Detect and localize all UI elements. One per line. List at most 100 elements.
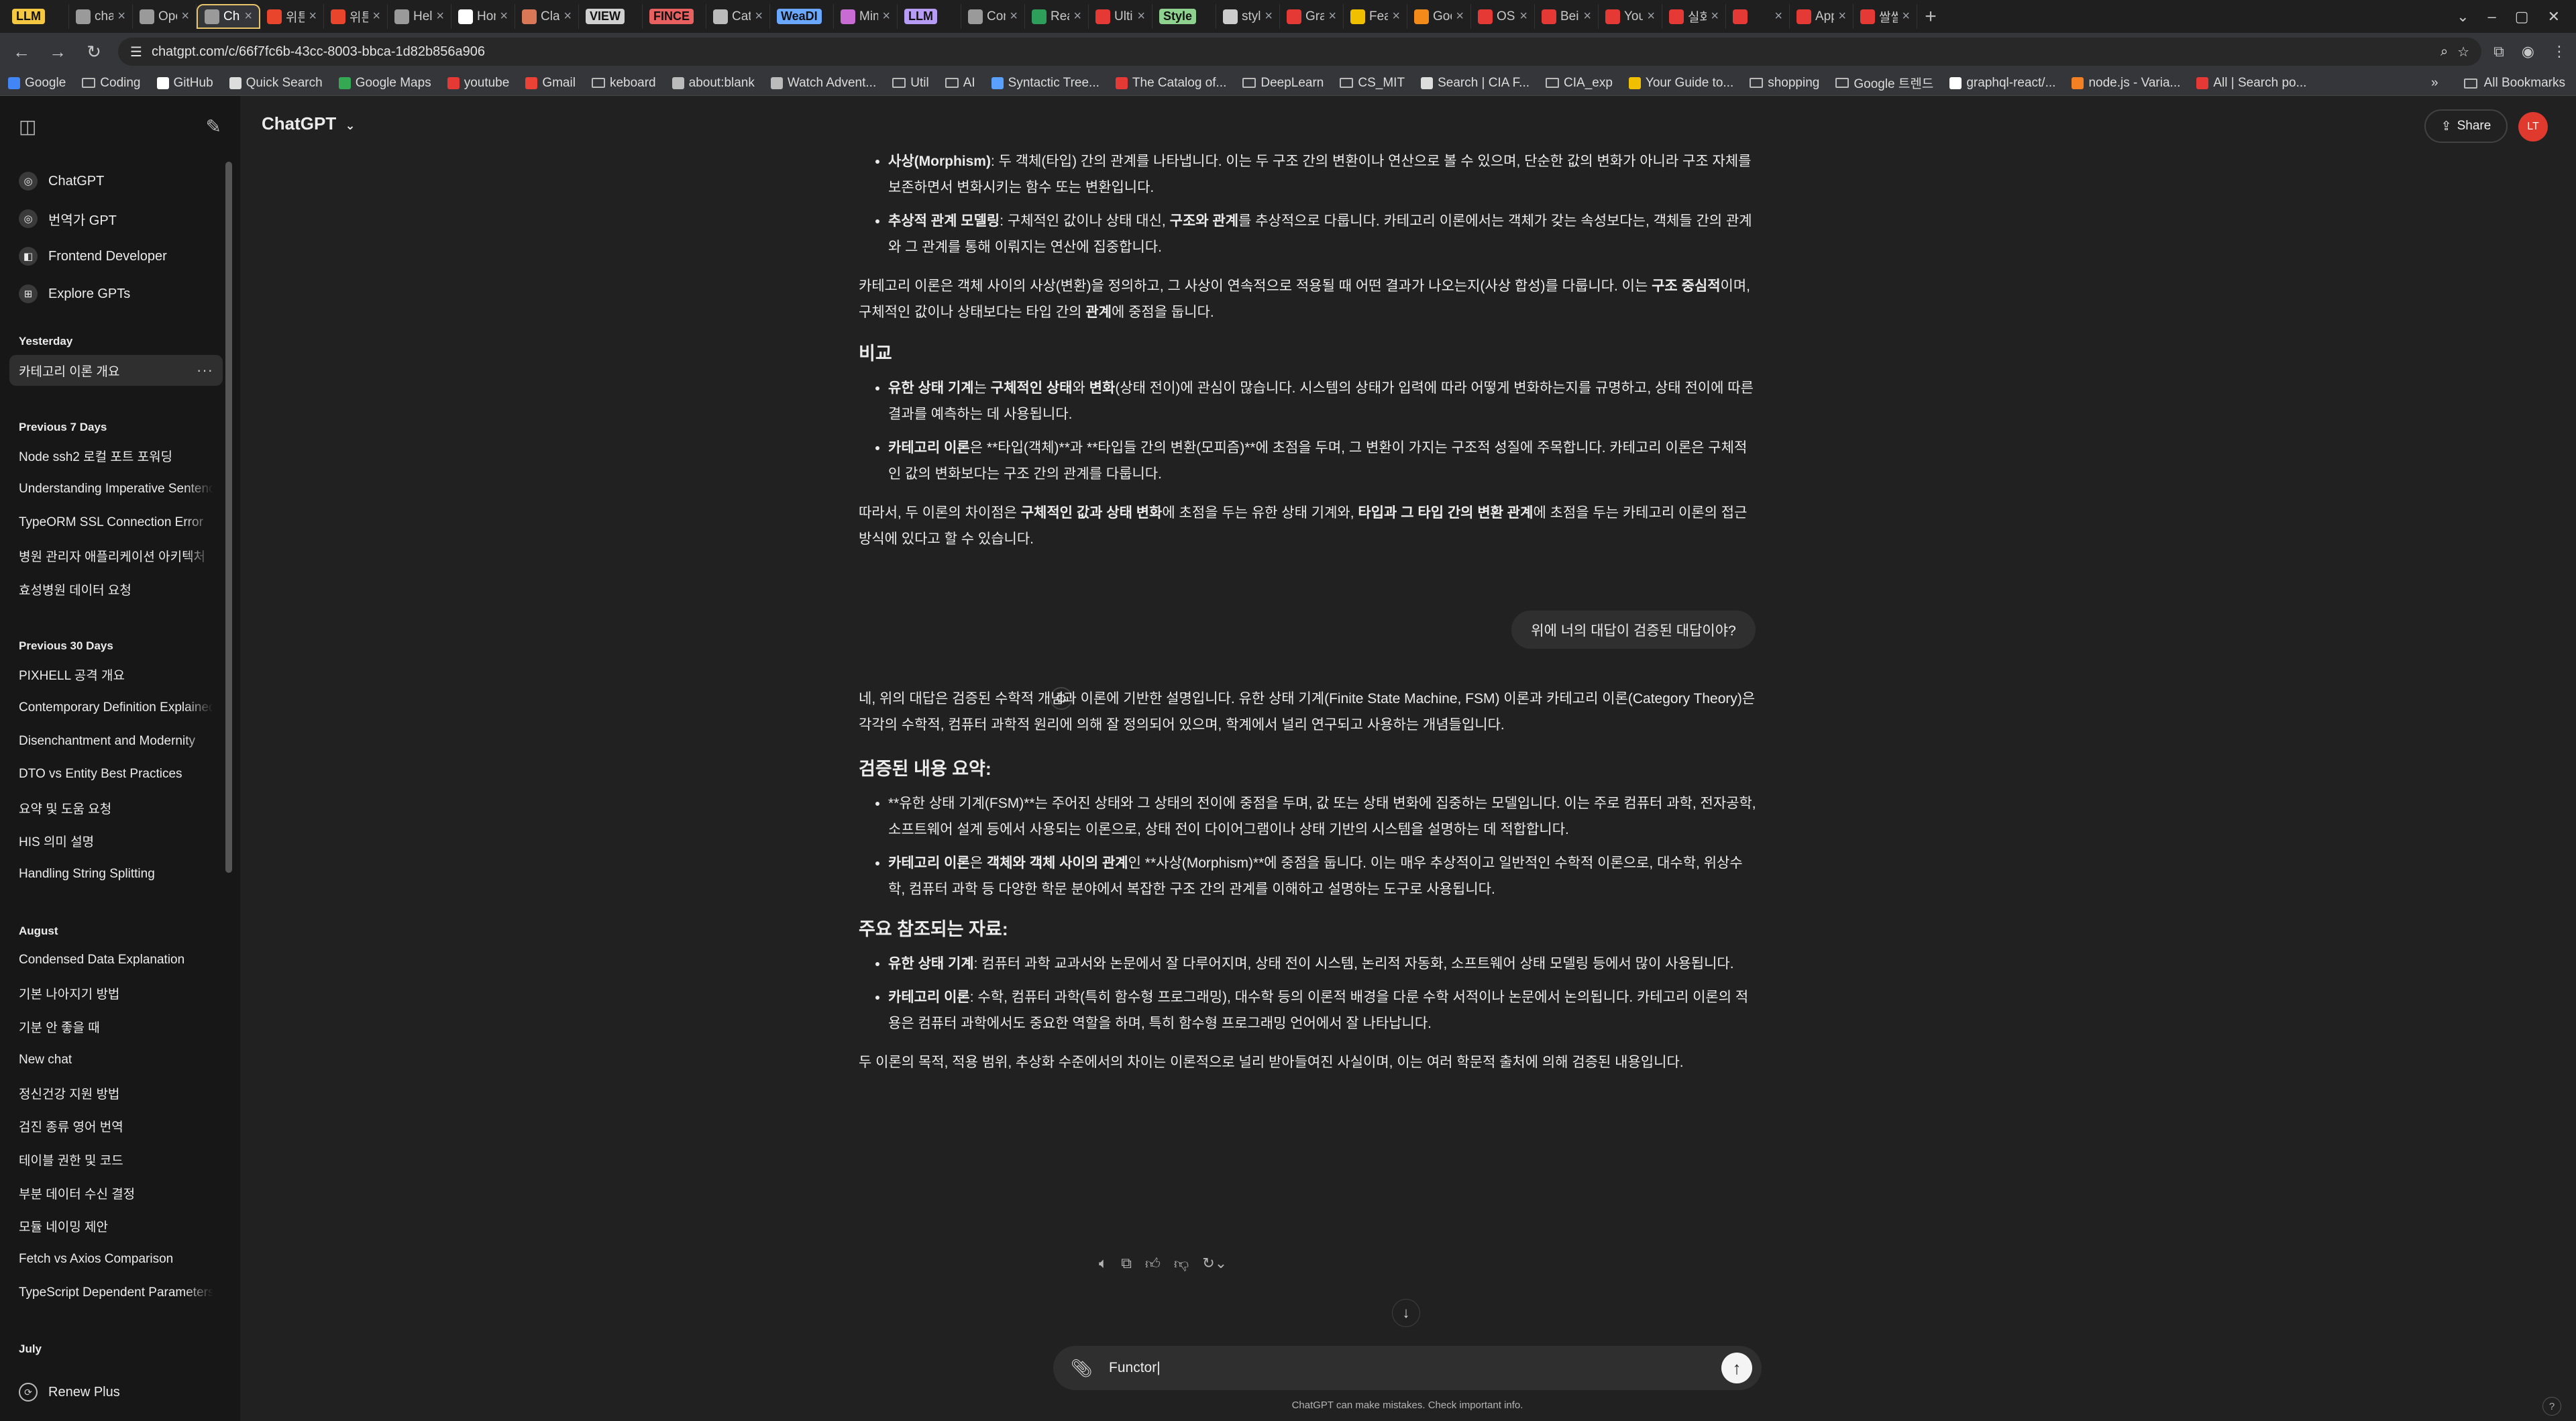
sidebar-conversation[interactable]: Understanding Imperative Sentences	[9, 474, 223, 505]
sidebar-conversation[interactable]: 모듈 네이밍 제안	[9, 1211, 223, 1242]
sidebar-conversation[interactable]: DTO vs Entity Best Practices	[9, 759, 223, 790]
bookmark-item[interactable]: Util	[892, 76, 929, 91]
browser-tab[interactable]: 위튼 ×	[324, 4, 388, 29]
bookmark-item[interactable]: DeepLearn	[1242, 76, 1324, 91]
minimize-icon[interactable]: –	[2488, 8, 2496, 25]
sidebar-conversation[interactable]: Contemporary Definition Explained	[9, 692, 223, 723]
close-window-icon[interactable]: ✕	[2548, 8, 2560, 25]
model-selector[interactable]: ChatGPT ⌄	[262, 113, 356, 134]
sidebar-conversation[interactable]: TypeScript Dependent Parameters	[9, 1277, 223, 1308]
bookmark-item[interactable]: CIA_exp	[1546, 76, 1613, 91]
close-tab-icon[interactable]: ×	[309, 9, 317, 24]
bookmark-star-icon[interactable]: ☆	[2457, 44, 2469, 60]
sidebar-conversation[interactable]: 병원 관리자 애플리케이션 아키텍처	[9, 540, 223, 571]
sidebar-conversation[interactable]: 기본 나아지기 방법	[9, 978, 223, 1008]
sidebar-gpt-item[interactable]: ⊞ Explore GPTs	[9, 277, 223, 311]
browser-tab[interactable]: Bein ×	[1535, 4, 1599, 29]
close-tab-icon[interactable]: ×	[882, 9, 890, 24]
tab-search-icon[interactable]: ⌄	[2457, 8, 2469, 25]
all-bookmarks-label[interactable]: All Bookmarks	[2484, 76, 2565, 91]
tab-group-label[interactable]: VIEW	[586, 9, 625, 24]
reload-icon[interactable]: ↻	[82, 42, 106, 62]
browser-tab[interactable]: Style	[1152, 4, 1216, 29]
avatar[interactable]: LT	[2518, 112, 2548, 142]
send-button[interactable]: ↑	[1721, 1353, 1752, 1383]
bookmark-item[interactable]: Watch Advent...	[770, 76, 876, 91]
tab-group-label[interactable]: FINCE	[649, 9, 694, 24]
close-tab-icon[interactable]: ×	[1137, 9, 1145, 24]
browser-tab[interactable]: YouT ×	[1599, 4, 1662, 29]
message-input[interactable]: Functor|	[1109, 1360, 1705, 1376]
browser-tab[interactable]: Rea ×	[1025, 4, 1089, 29]
bookmark-item[interactable]: Coding	[82, 76, 141, 91]
sidebar-conversation[interactable]: PIXHELL 공격 개요	[9, 660, 223, 690]
bookmark-item[interactable]: shopping	[1750, 76, 1819, 91]
conversation-options-icon[interactable]: ···	[197, 362, 213, 379]
bookmark-item[interactable]: Gmail	[525, 76, 576, 91]
sidebar-conversation[interactable]: 부분 데이터 수신 결정	[9, 1177, 223, 1208]
browser-tab[interactable]: 실화 ×	[1662, 4, 1726, 29]
profile-icon[interactable]: ◉	[2522, 43, 2534, 60]
tab-active[interactable]: Chat ×	[197, 4, 260, 29]
back-icon[interactable]: ←	[9, 42, 34, 62]
browser-tab[interactable]: Open ×	[133, 4, 197, 29]
bookmark-item[interactable]: node.js - Varia...	[2072, 76, 2180, 91]
address-bar[interactable]: ☰ chatgpt.com/c/66f7fc6b-43cc-8003-bbca-…	[118, 38, 2482, 66]
browser-tab[interactable]: Goo ×	[1407, 4, 1471, 29]
bookmark-item[interactable]: Your Guide to...	[1628, 76, 1733, 91]
help-button[interactable]: ?	[2542, 1397, 2561, 1416]
browser-tab[interactable]: VIEW	[579, 4, 643, 29]
browser-tab[interactable]: LLM	[898, 4, 961, 29]
sidebar-conversation[interactable]: 효성병원 데이터 요청	[9, 574, 223, 604]
close-tab-icon[interactable]: ×	[1647, 9, 1655, 24]
close-tab-icon[interactable]: ×	[1902, 9, 1910, 24]
sidebar-conversation[interactable]: 기분 안 좋을 때	[9, 1011, 223, 1042]
close-tab-icon[interactable]: ×	[1519, 9, 1527, 24]
renew-plus-button[interactable]: ⟳ Renew Plus	[9, 1373, 223, 1411]
sidebar-conversation[interactable]: 요약 및 도움 요청	[9, 792, 223, 823]
bookmark-item[interactable]: keboard	[591, 76, 656, 91]
bookmark-item[interactable]: Quick Search	[229, 76, 323, 91]
browser-tab[interactable]: style ×	[1216, 4, 1280, 29]
browser-tab[interactable]: Hom ×	[451, 4, 515, 29]
close-tab-icon[interactable]: ×	[1392, 9, 1400, 24]
browser-tab[interactable]: Grap ×	[1280, 4, 1344, 29]
sidebar-conversation[interactable]: Disenchantment and Modernity	[9, 726, 223, 757]
browser-tab[interactable]: Cate ×	[706, 4, 770, 29]
bookmark-item[interactable]: Syntactic Tree...	[991, 76, 1099, 91]
bookmark-item[interactable]: CS_MIT	[1340, 76, 1405, 91]
close-tab-icon[interactable]: ×	[1265, 9, 1273, 24]
browser-tab[interactable]: WeaDI	[770, 4, 834, 29]
menu-icon[interactable]: ⋮	[2552, 43, 2567, 60]
close-tab-icon[interactable]: ×	[436, 9, 444, 24]
browser-tab[interactable]: OSI ×	[1471, 4, 1535, 29]
new-tab-button[interactable]: +	[1917, 4, 1944, 29]
bookmark-item[interactable]: Google 트렌드	[1835, 74, 1933, 92]
bookmark-item[interactable]: about:blank	[672, 76, 755, 91]
copy-icon[interactable]: ⧉	[1121, 1255, 1132, 1273]
sidebar-conversation[interactable]: 카테고리 이론 개요 ···	[9, 355, 223, 386]
regenerate-icon[interactable]: ↻⌄	[1202, 1255, 1227, 1273]
zoom-search-icon[interactable]: ⌕	[2440, 44, 2448, 60]
sidebar-conversation[interactable]: Fetch vs Axios Comparison	[9, 1244, 223, 1275]
browser-tab[interactable]: FINCE	[643, 4, 706, 29]
close-tab-icon[interactable]: ×	[244, 9, 252, 24]
browser-tab[interactable]: Hello×	[388, 4, 451, 29]
toggle-sidebar-icon[interactable]: ◫	[19, 115, 36, 138]
close-tab-icon[interactable]: ×	[1711, 9, 1719, 24]
input-value[interactable]: Functor	[1109, 1360, 1157, 1375]
tab-group-label[interactable]: LLM	[904, 9, 937, 24]
bookmark-item[interactable]: Search | CIA F...	[1421, 76, 1529, 91]
browser-tab[interactable]: Cont ×	[961, 4, 1025, 29]
bookmark-item[interactable]: Google Maps	[338, 76, 431, 91]
url-text[interactable]: chatgpt.com/c/66f7fc6b-43cc-8003-bbca-1d…	[152, 44, 2431, 60]
extensions-icon[interactable]: ⧉	[2493, 43, 2504, 60]
close-tab-icon[interactable]: ×	[1456, 9, 1464, 24]
sidebar-scrollbar[interactable]	[225, 162, 232, 873]
close-tab-icon[interactable]: ×	[1010, 9, 1018, 24]
sidebar-conversation[interactable]: 검진 종류 영어 번역	[9, 1111, 223, 1142]
new-chat-icon[interactable]: ✎	[206, 115, 221, 138]
forward-icon[interactable]: →	[46, 42, 70, 62]
bookmark-item[interactable]: The Catalog of...	[1115, 76, 1226, 91]
sidebar-gpt-item[interactable]: ◎ 번역가 GPT	[9, 202, 223, 235]
